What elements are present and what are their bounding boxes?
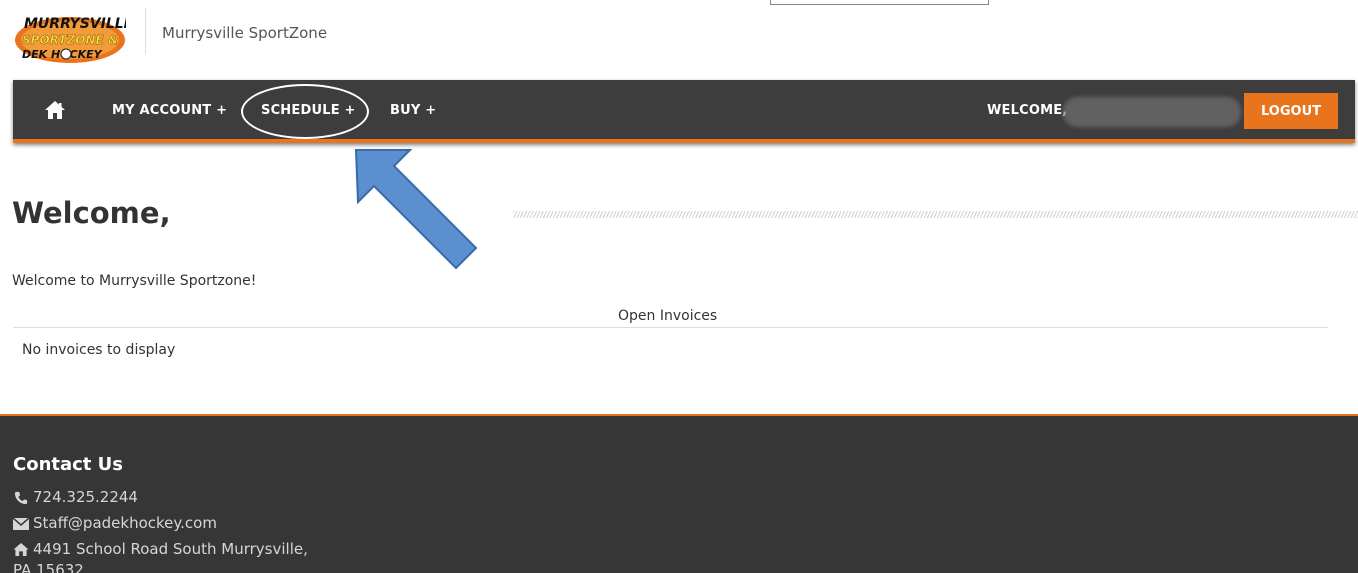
invoices-heading: Open Invoices	[618, 308, 718, 324]
invoices-empty-message: No invoices to display	[22, 342, 176, 358]
logo-divider	[145, 8, 146, 54]
logo-text-2: SPORTZONE &	[22, 33, 118, 47]
logo-text-1: MURRYSVILLE	[24, 16, 126, 32]
home-icon	[13, 543, 29, 556]
main-nav: MY ACCOUNT + SCHEDULE + BUY + WELCOME, L…	[13, 80, 1355, 143]
site-header: MURRYSVILLE SPORTZONE & DEK HOCKEY Murry…	[0, 0, 1358, 70]
footer-title: Contact Us	[13, 454, 124, 475]
footer-phone-text: 724.325.2244	[33, 488, 138, 506]
footer-address-line1: 4491 School Road South Murrysville,	[33, 540, 308, 558]
nav-welcome-label: WELCOME,	[987, 103, 1068, 118]
footer-address: 4491 School Road South Murrysville,	[13, 540, 308, 558]
nav-my-account[interactable]: MY ACCOUNT +	[112, 103, 227, 118]
logout-button[interactable]: LOGOUT	[1244, 93, 1338, 129]
welcome-message: Welcome to Murrysville Sportzone!	[12, 273, 257, 289]
footer-email-text: Staff@padekhockey.com	[33, 514, 217, 532]
envelope-icon	[13, 517, 29, 530]
invoices-divider	[13, 327, 1328, 328]
footer-phone[interactable]: 724.325.2244	[13, 488, 138, 506]
site-name: Murrysville SportZone	[162, 24, 328, 42]
annotation-arrow-icon	[354, 149, 478, 270]
top-search-box[interactable]	[770, 0, 989, 5]
site-footer: Contact Us 724.325.2244 Staff@padekhocke…	[0, 414, 1358, 573]
phone-icon	[14, 491, 28, 504]
home-icon[interactable]	[44, 100, 66, 120]
footer-address-line2: PA 15632	[13, 561, 84, 573]
page-title: Welcome,	[12, 196, 171, 230]
nav-buy[interactable]: BUY +	[390, 103, 436, 118]
site-logo[interactable]: MURRYSVILLE SPORTZONE & DEK HOCKEY	[14, 10, 126, 64]
title-divider	[513, 211, 1358, 218]
annotation-ellipse	[241, 84, 369, 139]
redacted-username	[1063, 97, 1241, 127]
footer-email[interactable]: Staff@padekhockey.com	[13, 514, 217, 532]
